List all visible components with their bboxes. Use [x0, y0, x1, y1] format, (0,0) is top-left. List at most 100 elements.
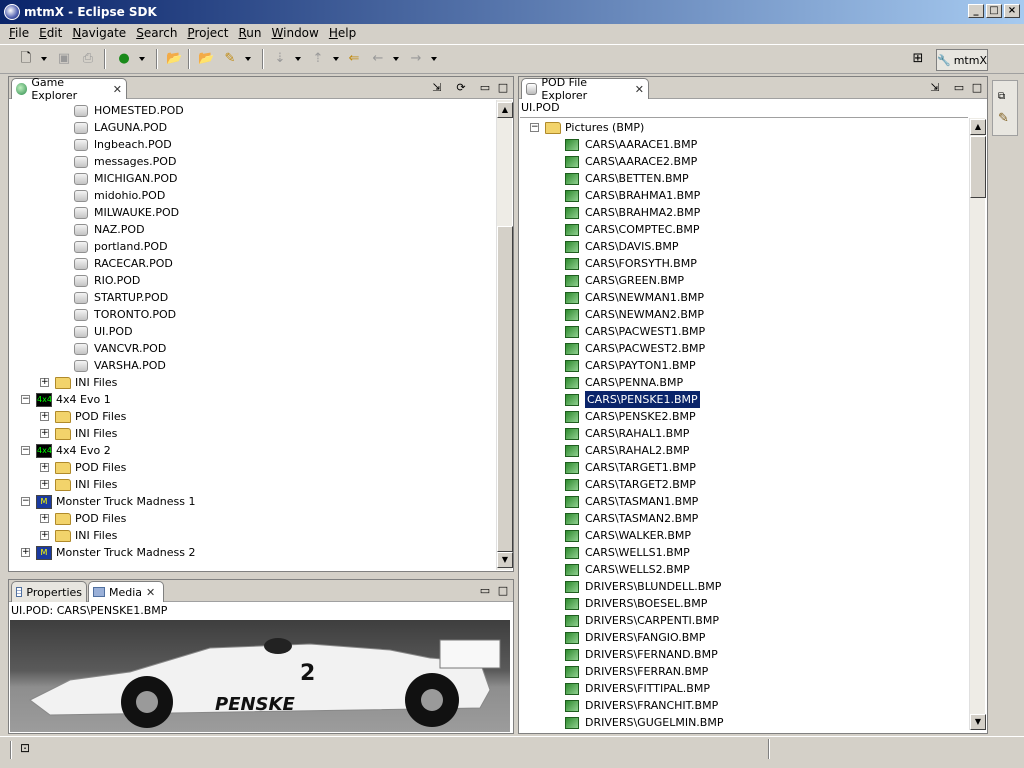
tree-item-bmp[interactable]: DRIVERS\FERNAND.BMP: [565, 646, 718, 663]
tree-item-bmp[interactable]: CARS\RAHAL2.BMP: [565, 442, 689, 459]
tree-item-bmp[interactable]: CARS\GREEN.BMP: [565, 272, 684, 289]
scroll-thumb[interactable]: [970, 136, 986, 198]
tab-properties[interactable]: Properties: [11, 581, 87, 602]
maximize-view-icon[interactable]: □: [495, 583, 511, 599]
expand-icon[interactable]: +: [40, 514, 49, 523]
scroll-down-icon[interactable]: ▼: [970, 714, 986, 730]
fast-view-icon[interactable]: ⊡: [20, 741, 30, 755]
tree-item-bmp-selected[interactable]: CARS\PENSKE1.BMP: [565, 390, 701, 409]
tree-item-pod[interactable]: VANCVR.POD: [74, 340, 166, 357]
menu-window[interactable]: Window: [267, 26, 324, 40]
close-icon[interactable]: ✕: [113, 83, 122, 96]
last-edit-icon[interactable]: ⇐: [346, 51, 362, 67]
tree-item-bmp[interactable]: CARS\TARGET2.BMP: [565, 476, 696, 493]
prev-annotation-icon[interactable]: ⇡: [310, 51, 326, 67]
maximize-view-icon[interactable]: □: [495, 80, 511, 96]
next-annotation-dropdown-icon[interactable]: [295, 57, 301, 61]
tree-item-bmp[interactable]: CARS\TASMAN2.BMP: [565, 510, 698, 527]
minimize-view-icon[interactable]: ▭: [951, 80, 967, 96]
tree-item-bmp[interactable]: CARS\PAYTON1.BMP: [565, 357, 696, 374]
tree-item-bmp[interactable]: CARS\TASMAN1.BMP: [565, 493, 698, 510]
forward-icon[interactable]: →: [408, 51, 424, 67]
new-icon[interactable]: 🗋: [18, 51, 34, 67]
collapse-icon[interactable]: −: [21, 446, 30, 455]
back-dropdown-icon[interactable]: [393, 57, 399, 61]
tree-item-pod[interactable]: LAGUNA.POD: [74, 119, 167, 136]
minimize-button[interactable]: _: [968, 4, 984, 18]
tree-item-pod[interactable]: midohio.POD: [74, 187, 165, 204]
tree-item-bmp[interactable]: CARS\WELLS1.BMP: [565, 544, 690, 561]
game-tree-scrollbar[interactable]: ▲ ▼: [496, 100, 513, 570]
tab-game-explorer[interactable]: Game Explorer ✕: [11, 76, 127, 102]
restore-icon[interactable]: ⧉: [998, 91, 1005, 102]
edit-icon[interactable]: ✎: [998, 111, 1009, 126]
menu-help[interactable]: Help: [324, 26, 361, 40]
tree-item-pod[interactable]: RIO.POD: [74, 272, 140, 289]
tree-item-bmp[interactable]: CARS\AARACE1.BMP: [565, 136, 697, 153]
open-folder-icon[interactable]: 📂: [166, 51, 182, 67]
tree-item-bmp[interactable]: DRIVERS\FERRAN.BMP: [565, 663, 708, 680]
tree-item-ini-files[interactable]: + INI Files: [40, 527, 117, 544]
tree-item-pod[interactable]: RACECAR.POD: [74, 255, 173, 272]
expand-icon[interactable]: +: [40, 378, 49, 387]
tree-item-bmp[interactable]: CARS\NEWMAN1.BMP: [565, 289, 704, 306]
expand-icon[interactable]: +: [40, 531, 49, 540]
close-button[interactable]: ×: [1004, 4, 1020, 18]
tree-item-bmp[interactable]: CARS\TARGET1.BMP: [565, 459, 696, 476]
save-icon[interactable]: ▣: [56, 51, 72, 67]
expand-icon[interactable]: +: [40, 429, 49, 438]
tree-item-pod[interactable]: VARSHA.POD: [74, 357, 166, 374]
collapse-all-icon[interactable]: ⇲: [429, 80, 445, 96]
collapse-icon[interactable]: −: [21, 395, 30, 404]
tree-item-bmp[interactable]: CARS\PACWEST1.BMP: [565, 323, 705, 340]
tree-item-bmp[interactable]: CARS\PENNA.BMP: [565, 374, 683, 391]
tree-item-pod-files[interactable]: + POD Files: [40, 459, 126, 476]
tree-item-pod[interactable]: UI.POD: [74, 323, 133, 340]
tree-item-bmp[interactable]: DRIVERS\BOESEL.BMP: [565, 595, 707, 612]
menu-search[interactable]: Search: [131, 26, 182, 40]
maximize-button[interactable]: □: [986, 4, 1002, 18]
tree-item-pod-files[interactable]: + POD Files: [40, 510, 126, 527]
expand-icon[interactable]: +: [40, 480, 49, 489]
tree-item-game[interactable]: − M Monster Truck Madness 1: [21, 493, 195, 510]
open-perspective-icon[interactable]: ⊞: [910, 51, 926, 67]
tree-item-bmp[interactable]: CARS\FORSYTH.BMP: [565, 255, 697, 272]
menu-run[interactable]: Run: [233, 26, 266, 40]
next-annotation-icon[interactable]: ⇣: [272, 51, 288, 67]
prev-annotation-dropdown-icon[interactable]: [333, 57, 339, 61]
tree-item-ini-files[interactable]: + INI Files: [40, 374, 117, 391]
tree-item-bmp[interactable]: CARS\BRAHMA1.BMP: [565, 187, 700, 204]
expand-icon[interactable]: +: [40, 412, 49, 421]
tree-item-bmp[interactable]: CARS\NEWMAN2.BMP: [565, 306, 704, 323]
tree-item-bmp[interactable]: CARS\WALKER.BMP: [565, 527, 691, 544]
search-dropdown-icon[interactable]: [245, 57, 251, 61]
minimize-view-icon[interactable]: ▭: [477, 80, 493, 96]
tree-item-bmp[interactable]: DRIVERS\FRANCHIT.BMP: [565, 697, 718, 714]
tree-item-bmp[interactable]: DRIVERS\CARPENTI.BMP: [565, 612, 719, 629]
tree-item-bmp[interactable]: CARS\BRAHMA2.BMP: [565, 204, 700, 221]
menu-navigate[interactable]: Navigate: [67, 26, 131, 40]
tree-item-pod[interactable]: NAZ.POD: [74, 221, 145, 238]
tab-media[interactable]: Media ✕: [88, 581, 164, 602]
tree-item-ini-files[interactable]: + INI Files: [40, 476, 117, 493]
tree-item-game[interactable]: + M Monster Truck Madness 2: [21, 544, 195, 560]
scroll-thumb[interactable]: [497, 226, 513, 552]
tree-item-bmp[interactable]: DRIVERS\FITTIPAL.BMP: [565, 680, 710, 697]
tree-item-game[interactable]: −4x4 4x4 Evo 1: [21, 391, 111, 408]
close-icon[interactable]: ✕: [635, 83, 644, 96]
collapse-icon[interactable]: −: [21, 497, 30, 506]
tree-item-folder[interactable]: − Pictures (BMP): [530, 119, 644, 136]
tree-item-bmp[interactable]: CARS\AARACE2.BMP: [565, 153, 697, 170]
run-dropdown-icon[interactable]: [139, 57, 145, 61]
new-dropdown-icon[interactable]: [41, 57, 47, 61]
scroll-up-icon[interactable]: ▲: [497, 102, 513, 118]
menu-edit[interactable]: Edit: [34, 26, 67, 40]
scroll-down-icon[interactable]: ▼: [497, 552, 513, 568]
tree-item-pod[interactable]: MICHIGAN.POD: [74, 170, 177, 187]
tree-item-bmp[interactable]: DRIVERS\BLUNDELL.BMP: [565, 578, 721, 595]
tree-item-pod[interactable]: portland.POD: [74, 238, 168, 255]
tree-item-pod[interactable]: HOMESTED.POD: [74, 102, 184, 119]
perspective-switcher[interactable]: 🔧 mtmX: [936, 49, 988, 71]
tree-item-pod[interactable]: STARTUP.POD: [74, 289, 168, 306]
tree-item-bmp[interactable]: DRIVERS\FANGIO.BMP: [565, 629, 705, 646]
